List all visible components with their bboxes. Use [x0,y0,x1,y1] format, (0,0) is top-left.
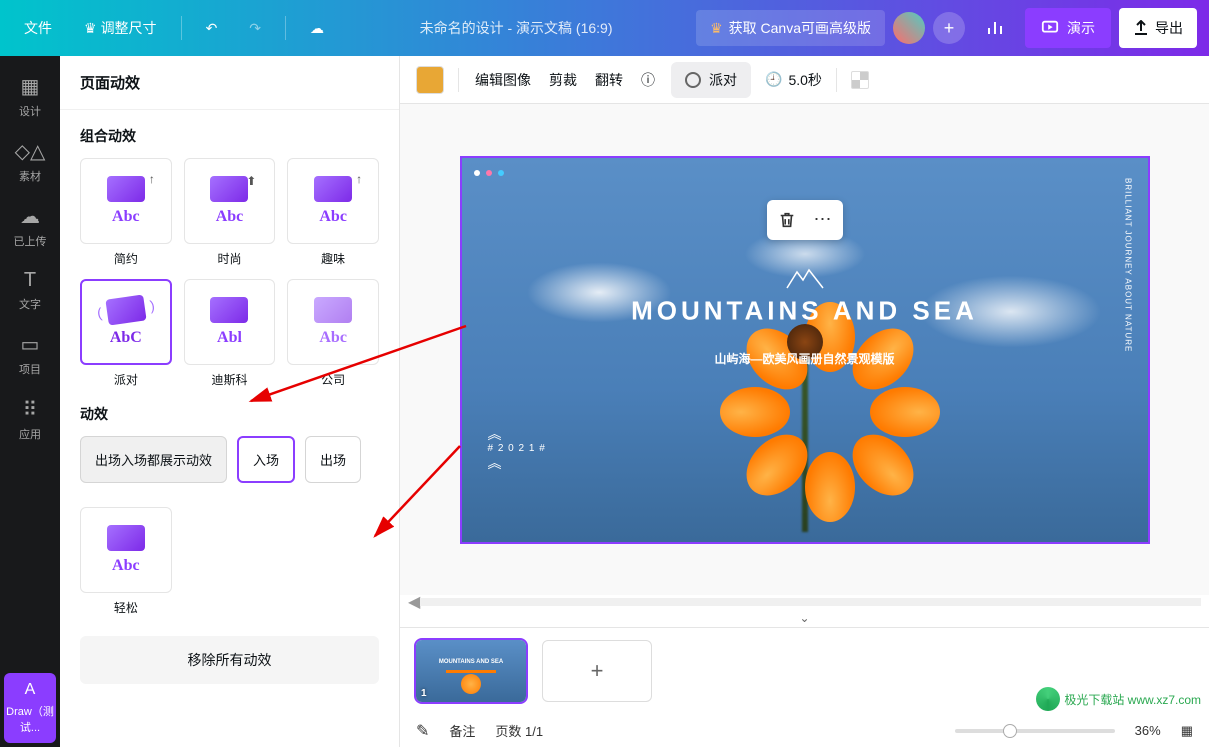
effect-easy[interactable]: Abc 轻松 [80,507,172,616]
canvas-area: 编辑图像 剪裁 翻转 ⓘ 派对 🕘5.0秒 [400,56,1209,747]
add-collaborator-button[interactable]: + [933,12,965,44]
redo-button[interactable]: ↷ [237,12,273,45]
get-premium-button[interactable]: ♛ 获取 Canva可画高级版 [696,10,885,46]
element-floating-toolbar: ⋯ [767,200,843,240]
grid-icon: ⠿ [0,397,60,422]
watermark: 极光下载站 www.xz7.com [1036,687,1201,711]
fill-color-swatch[interactable] [416,66,444,94]
play-icon [1041,19,1059,37]
cloud-upload-icon: ☁ [0,204,60,229]
watermark-logo [1036,687,1060,711]
effect-company[interactable]: Abc 公司 [287,279,379,388]
slide-indicator-dots [474,170,504,176]
clock-icon: 🕘 [765,71,782,88]
file-menu[interactable]: 文件 [12,10,64,46]
rail-uploads[interactable]: ☁已上传 [0,194,60,259]
edit-image-button[interactable]: 编辑图像 [473,64,533,96]
mountain-icon [785,265,825,297]
animation-chip[interactable]: 派对 [671,62,751,98]
rail-text[interactable]: T文字 [0,259,60,322]
rail-design[interactable]: ▦设计 [0,64,60,129]
trash-icon [778,211,796,229]
export-button[interactable]: 导出 [1119,8,1197,48]
document-title[interactable]: 未命名的设计 - 演示文稿 (16:9) [336,18,696,38]
shapes-icon: ◇△ [0,139,60,164]
left-rail: ▦设计 ◇△素材 ☁已上传 T文字 ▭项目 ⠿应用 ADraw（测试... [0,56,60,747]
delete-button[interactable] [775,208,799,232]
app-header: 文件 ♛调整尺寸 ↶ ↷ ☁ 未命名的设计 - 演示文稿 (16:9) ♛获取 … [0,0,1209,56]
slide-canvas[interactable]: MOUNTAINS AND SEA 山屿海—欧美风画册自然景观模版 BRILLI… [460,156,1150,544]
rail-projects[interactable]: ▭项目 [0,322,60,387]
crop-button[interactable]: 剪裁 [547,64,579,96]
effect-fashion[interactable]: ⬆Abc 时尚 [184,158,276,267]
slide-year-text[interactable]: ︽ # 2 0 2 1 # ︽ [488,426,546,472]
analytics-icon[interactable] [973,10,1017,46]
remove-all-effects-button[interactable]: 移除所有动效 [80,636,379,684]
seg-in[interactable]: 入场 [237,436,295,483]
collapse-thumbnails-button[interactable]: ⌄ [400,609,1209,627]
resize-menu[interactable]: ♛调整尺寸 [72,10,169,46]
crown-icon: ♛ [84,20,97,37]
present-button[interactable]: 演示 [1025,8,1111,48]
slide-subtitle[interactable]: 山屿海—欧美风画册自然景观模版 [714,350,894,367]
horizontal-scrollbar[interactable]: ◀ [400,595,1209,609]
divider [181,16,182,40]
panel-title: 页面动效 [60,56,399,110]
thumbnail-number: 1 [421,688,427,699]
zoom-slider[interactable] [955,729,1115,733]
add-page-button[interactable]: + [542,640,652,702]
transparency-icon[interactable] [851,71,869,89]
effect-simple[interactable]: ↑Abc 简约 [80,158,172,267]
page-thumbnail[interactable]: MOUNTAINS AND SEA 1 [416,640,526,702]
timing-control[interactable]: 🕘5.0秒 [765,70,822,90]
undo-button[interactable]: ↶ [194,12,230,45]
text-icon: T [0,269,60,292]
animation-panel: 页面动效 组合动效 ↑Abc 简约 ⬆Abc 时尚 ↑Abc 趣味 AbC 派 [60,56,400,747]
notes-button[interactable]: 备注 [449,721,475,740]
rail-draw[interactable]: ADraw（测试... [4,673,56,743]
info-icon[interactable]: ⓘ [639,64,657,96]
context-toolbar: 编辑图像 剪裁 翻转 ⓘ 派对 🕘5.0秒 [400,56,1209,104]
slide-title[interactable]: MOUNTAINS AND SEA [631,296,978,327]
slide-side-text[interactable]: BRILLIANT JOURNEY ABOUT NATURE [1122,178,1133,352]
motion-title: 动效 [60,388,399,436]
user-avatar[interactable] [893,12,925,44]
seg-out[interactable]: 出场 [305,436,361,483]
present-label: 演示 [1067,18,1095,38]
rail-apps[interactable]: ⠿应用 [0,387,60,452]
flip-button[interactable]: 翻转 [593,64,625,96]
editor-stage[interactable]: MOUNTAINS AND SEA 山屿海—欧美风画册自然景观模版 BRILLI… [400,104,1209,595]
resize-label: 调整尺寸 [101,18,157,38]
folder-icon: ▭ [0,332,60,357]
grid-view-icon[interactable]: ▦ [1181,723,1193,739]
divider [285,16,286,40]
page-count[interactable]: 页数 1/1 [495,721,543,740]
effect-fun[interactable]: ↑Abc 趣味 [287,158,379,267]
more-options-button[interactable]: ⋯ [811,208,835,232]
draw-icon: A [4,681,56,699]
animation-icon [685,72,701,88]
effect-disco[interactable]: Abl 迪斯科 [184,279,276,388]
seg-both[interactable]: 出场入场都展示动效 [80,436,227,483]
export-label: 导出 [1155,18,1183,38]
chevron-up-icon: ︽ [488,426,546,443]
rail-elements[interactable]: ◇△素材 [0,129,60,194]
crown-icon: ♛ [710,20,723,37]
notes-icon[interactable]: ✎ [416,721,429,741]
combo-effects-title: 组合动效 [60,110,399,158]
cloud-sync-icon[interactable]: ☁ [298,12,336,45]
upload-icon [1133,20,1149,36]
premium-label: 获取 Canva可画高级版 [729,18,871,38]
chevron-up-icon: ︽ [488,455,546,472]
zoom-value[interactable]: 36% [1135,723,1161,738]
template-icon: ▦ [0,74,60,99]
effect-party[interactable]: AbC 派对 [80,279,172,388]
